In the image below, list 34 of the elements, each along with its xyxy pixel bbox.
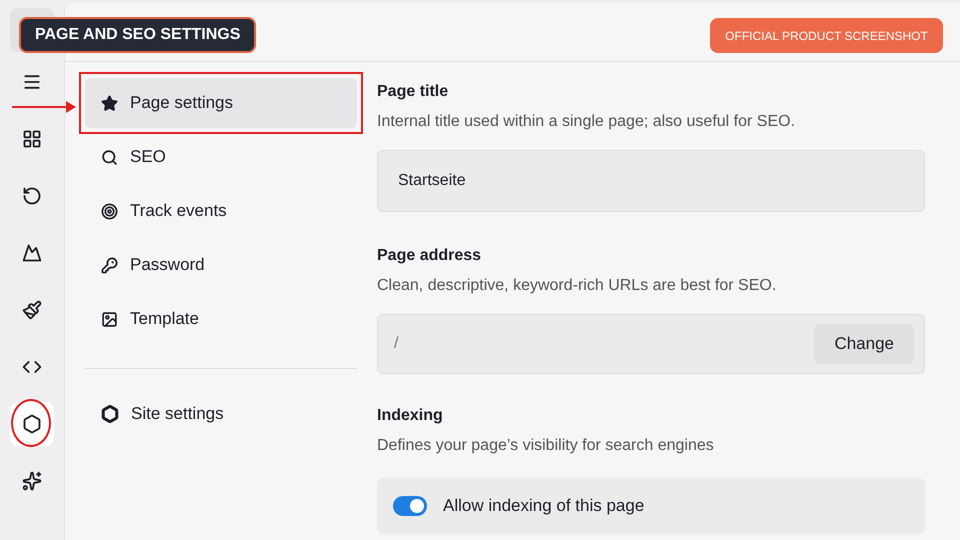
nav-item[interactable]: Template bbox=[85, 294, 357, 344]
undo-icon bbox=[22, 186, 42, 206]
annotation-arrow bbox=[12, 101, 76, 113]
rail-button[interactable] bbox=[10, 402, 54, 446]
annotation-tooltip: PAGE AND SEO SETTINGS bbox=[19, 17, 256, 53]
hexagon-icon bbox=[22, 414, 42, 434]
toggle-switch[interactable] bbox=[393, 496, 427, 516]
sparkles-icon bbox=[22, 471, 42, 491]
field-hint: Internal title used within a single page; also useful for SEO. bbox=[377, 112, 796, 132]
annotation-circle bbox=[11, 399, 51, 447]
field-hint: Clean, descriptive, keyword-rich URLs are best for SEO. bbox=[377, 276, 778, 296]
field-heading: Page title bbox=[377, 82, 450, 102]
layout-icon bbox=[22, 129, 42, 149]
nav-item[interactable]: Password bbox=[85, 240, 357, 290]
nav-item[interactable]: Track events bbox=[85, 186, 357, 236]
nav-item[interactable]: Page settings bbox=[85, 78, 357, 128]
search-icon bbox=[101, 148, 118, 166]
star-icon bbox=[101, 94, 118, 112]
screenshot-badge: OFFICIAL PRODUCT SCREENSHOT bbox=[710, 18, 943, 53]
mountain-icon bbox=[22, 243, 42, 263]
nav-item[interactable]: SEO bbox=[85, 132, 357, 182]
picture-icon bbox=[101, 310, 118, 328]
brush-icon bbox=[22, 300, 42, 320]
hexagon-icon bbox=[101, 405, 119, 423]
title-input[interactable]: Startseite bbox=[377, 150, 925, 212]
nav-item[interactable]: Site settings bbox=[85, 389, 357, 439]
change-button[interactable]: Change bbox=[814, 324, 914, 364]
toggle-row[interactable]: Allow indexing of this page bbox=[377, 478, 925, 534]
key-icon bbox=[101, 256, 118, 274]
field-heading: Page address bbox=[377, 246, 482, 266]
target-icon bbox=[101, 202, 118, 220]
field-hint: Defines your page’s visibility for search engines bbox=[377, 436, 715, 456]
address-field[interactable]: / Change bbox=[377, 314, 925, 374]
field-heading: Indexing bbox=[377, 406, 444, 426]
